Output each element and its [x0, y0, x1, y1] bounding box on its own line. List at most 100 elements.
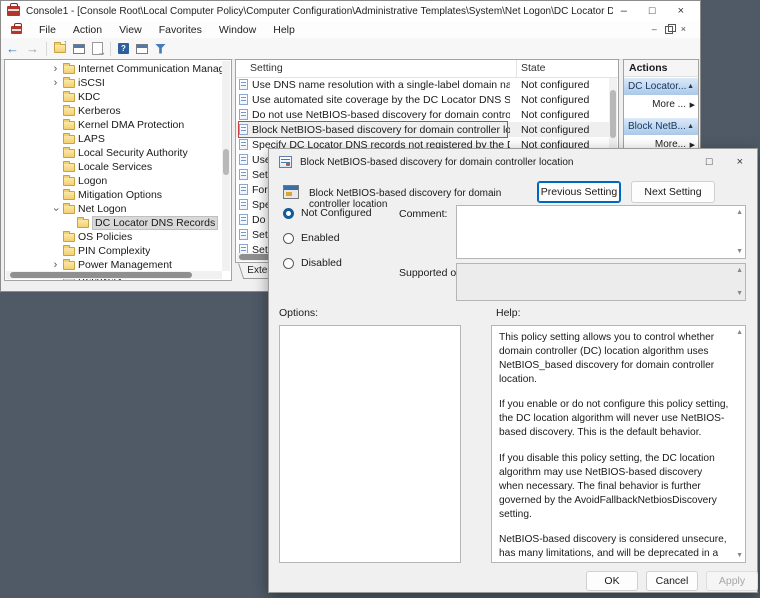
actions-group-dc-locator[interactable]: DC Locator... ▲ — [624, 78, 698, 95]
cancel-button[interactable]: Cancel — [646, 571, 698, 591]
menu-action[interactable]: Action — [71, 24, 104, 36]
tree-item[interactable]: Locale Services — [5, 160, 223, 174]
tree-horizontal-scrollbar[interactable] — [6, 271, 222, 279]
tree-item[interactable]: Logon — [5, 174, 223, 188]
list-header: Setting State — [236, 60, 618, 78]
tree-item-label: Mitigation Options — [78, 189, 163, 201]
setting-name: Do not use NetBIOS-based discovery for d… — [252, 108, 510, 121]
tree-item[interactable]: › Internet Communication Managem — [5, 62, 223, 76]
column-header-setting[interactable]: Setting — [250, 62, 283, 74]
window-title: Console1 - [Console Root\Local Computer … — [26, 5, 613, 17]
policy-dialog-icon — [279, 156, 292, 168]
tree-item-dc-locator-dns-records[interactable]: DC Locator DNS Records — [5, 216, 223, 230]
menu-favorites[interactable]: Favorites — [157, 24, 204, 36]
tree-item-label: DC Locator DNS Records — [92, 216, 219, 230]
folder-icon — [77, 216, 89, 228]
setting-row[interactable]: Use automated site coverage by the DC Lo… — [236, 92, 610, 107]
options-label: Options: — [279, 307, 319, 319]
column-divider[interactable] — [516, 60, 517, 77]
folder-icon — [63, 132, 75, 144]
radio-label: Not Configured — [301, 207, 372, 219]
previous-setting-button[interactable]: Previous Setting — [537, 181, 621, 203]
toolbar-separator — [110, 41, 111, 56]
dialog-maximize-button[interactable]: □ — [706, 156, 713, 168]
maximize-button[interactable]: □ — [649, 5, 656, 17]
comment-field[interactable]: ▲ ▼ — [456, 205, 746, 259]
scroll-up-icon[interactable]: ▲ — [736, 209, 743, 216]
tree-scrollbar-thumb[interactable] — [10, 272, 192, 278]
chevron-down-icon[interactable]: › — [50, 205, 62, 214]
filter-icon[interactable] — [155, 43, 166, 54]
chevron-right-icon[interactable]: › — [51, 259, 60, 271]
scroll-down-icon[interactable]: ▼ — [736, 248, 743, 255]
radio-selected-icon[interactable] — [283, 207, 294, 219]
column-header-state[interactable]: State — [521, 62, 546, 74]
tree-item[interactable]: LAPS — [5, 132, 223, 146]
tree-vertical-scrollbar[interactable] — [222, 61, 230, 271]
menu-help[interactable]: Help — [271, 24, 297, 36]
toolbar: ← → ↑ → ? — [1, 38, 700, 60]
scroll-up-icon[interactable]: ▲ — [736, 329, 743, 336]
policy-setting-dialog: Block NetBIOS-based discovery for domain… — [268, 148, 758, 593]
tree-item[interactable]: Kernel DMA Protection — [5, 118, 223, 132]
menu-file[interactable]: File — [37, 24, 58, 36]
dialog-close-button[interactable]: × — [737, 156, 743, 168]
policy-icon — [239, 214, 248, 225]
policy-icon — [239, 154, 248, 165]
tree-item[interactable]: KDC — [5, 90, 223, 104]
actions-group-block-netbios[interactable]: Block NetB... ▲ — [624, 118, 698, 135]
ok-button[interactable]: OK — [586, 571, 638, 591]
child-restore-button[interactable] — [664, 23, 676, 34]
child-minimize-button[interactable]: – — [652, 25, 657, 34]
setting-row-block-netbios[interactable]: Block NetBIOS-based discovery for domain… — [236, 122, 610, 137]
help-icon[interactable]: ? — [118, 43, 129, 54]
chevron-right-icon[interactable]: › — [51, 63, 60, 75]
console-tree-pane: › Internet Communication Managem › iSCSI… — [4, 59, 232, 281]
policy-icon — [239, 109, 248, 120]
actions-more-dc-locator[interactable]: More ... ▶ — [624, 96, 698, 113]
menu-window[interactable]: Window — [217, 24, 258, 36]
radio-disabled[interactable]: Disabled — [283, 257, 342, 269]
menu-view[interactable]: View — [117, 24, 144, 36]
tree-item-net-logon[interactable]: › Net Logon — [5, 202, 223, 216]
export-list-icon[interactable]: → — [92, 42, 106, 57]
back-button[interactable]: ← — [6, 42, 19, 55]
tree-item[interactable]: Local Security Authority — [5, 146, 223, 160]
up-one-level-icon[interactable]: ↑ — [54, 40, 67, 53]
properties-window-icon[interactable] — [136, 43, 148, 54]
chevron-right-icon[interactable]: › — [51, 77, 60, 89]
folder-icon — [63, 230, 75, 242]
forward-button[interactable]: → — [26, 42, 39, 55]
desktop-background: Console1 - [Console Root\Local Computer … — [0, 0, 760, 598]
show-console-tree-icon[interactable] — [73, 43, 85, 54]
folder-icon — [63, 160, 75, 172]
radio-icon[interactable] — [283, 257, 294, 269]
tree-item[interactable]: OS Policies — [5, 230, 223, 244]
minimize-button[interactable]: – — [621, 5, 627, 17]
radio-icon[interactable] — [283, 232, 294, 244]
close-button[interactable]: × — [678, 5, 684, 17]
scroll-up-icon: ▲ — [736, 267, 743, 274]
radio-not-configured[interactable]: Not Configured — [283, 207, 372, 219]
comment-label: Comment: — [399, 208, 448, 220]
apply-button: Apply — [706, 571, 758, 591]
list-scrollbar-thumb[interactable] — [610, 90, 616, 138]
policy-icon — [239, 124, 248, 135]
tree-item-label: Kernel DMA Protection — [78, 119, 185, 131]
radio-enabled[interactable]: Enabled — [283, 232, 340, 244]
tree-item[interactable]: › Power Management — [5, 258, 223, 272]
collapse-icon[interactable]: ▲ — [687, 123, 694, 130]
tree-item[interactable]: Kerberos — [5, 104, 223, 118]
tree-scrollbar-thumb[interactable] — [223, 149, 229, 175]
setting-name: Use DNS name resolution with a single-la… — [252, 78, 510, 91]
scroll-down-icon[interactable]: ▼ — [736, 552, 743, 559]
setting-row[interactable]: Do not use NetBIOS-based discovery for d… — [236, 107, 610, 122]
tree-item[interactable]: › iSCSI — [5, 76, 223, 90]
child-close-button[interactable]: × — [681, 25, 686, 34]
setting-row[interactable]: Use DNS name resolution with a single-la… — [236, 77, 610, 92]
tree-item[interactable]: PIN Complexity — [5, 244, 223, 258]
setting-state: Not configured — [521, 93, 590, 106]
next-setting-button[interactable]: Next Setting — [631, 181, 715, 203]
collapse-icon[interactable]: ▲ — [687, 83, 694, 90]
tree-item[interactable]: Mitigation Options — [5, 188, 223, 202]
